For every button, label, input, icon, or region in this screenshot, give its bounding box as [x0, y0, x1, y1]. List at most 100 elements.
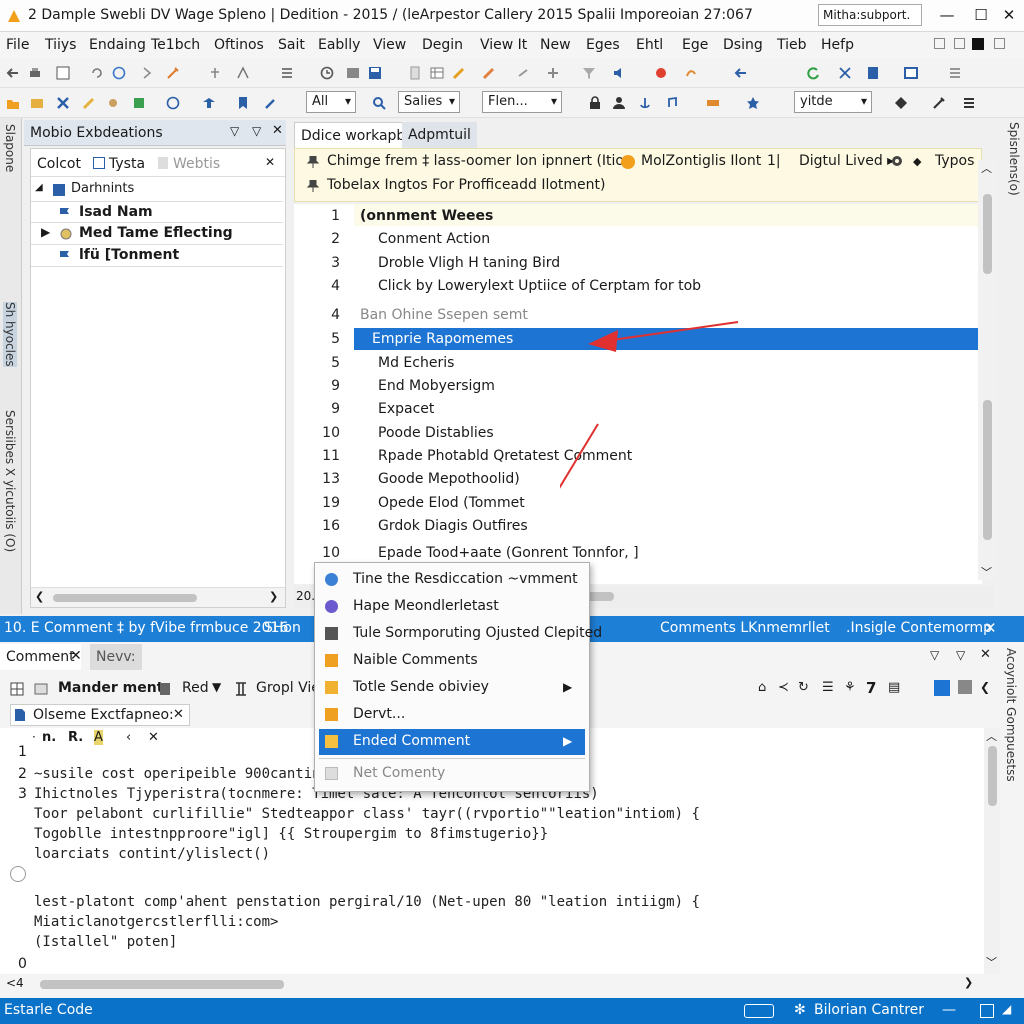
refresh-icon[interactable]: [806, 66, 820, 80]
menu-ege[interactable]: Ege: [682, 37, 708, 53]
lock-icon[interactable]: [588, 96, 602, 110]
bottom-h-scroll[interactable]: <4 ❯: [0, 974, 1000, 994]
tree-item[interactable]: Isad Nam: [31, 201, 283, 223]
chevron-right-icon[interactable]: [140, 66, 154, 80]
doc-icon[interactable]: [408, 66, 422, 80]
gear-icon[interactable]: ✻: [794, 1002, 806, 1018]
chevron-down-icon[interactable]: ﹀: [986, 954, 997, 970]
tab-new[interactable]: Nevv:: [90, 644, 142, 670]
close-icon[interactable]: ✕: [984, 619, 997, 637]
anchor-icon[interactable]: [638, 96, 652, 110]
code-line[interactable]: Togoblle intestnpproore"igl] {{ Strouper…: [34, 826, 548, 842]
tool-icon[interactable]: [166, 66, 180, 80]
chevron-down-icon[interactable]: ▽: [230, 124, 239, 138]
code-line[interactable]: Expacet: [378, 401, 434, 417]
context-menu-item[interactable]: Hape Meondlerletast: [319, 594, 585, 620]
band-comments[interactable]: Comments LKnmemrllet: [660, 620, 830, 636]
menu-tetch[interactable]: Te1bch: [151, 37, 200, 53]
page-icon[interactable]: [158, 682, 172, 696]
image-icon[interactable]: [346, 66, 360, 80]
tab-comment[interactable]: Comment: [0, 644, 81, 670]
home-icon[interactable]: ⌂: [758, 680, 766, 695]
context-menu-item[interactable]: Dervt...: [319, 702, 585, 728]
menu-eablly[interactable]: Eablly: [318, 37, 360, 53]
web-icon[interactable]: [112, 66, 126, 80]
minimize-button[interactable]: —: [934, 4, 960, 26]
code-line[interactable]: loarciats contint/ylislect(): [34, 846, 270, 862]
wrench-icon[interactable]: [264, 96, 278, 110]
code-line[interactable]: Conment Action: [378, 231, 490, 247]
info-live[interactable]: Digtul Lived ▸: [799, 153, 894, 169]
code-line[interactable]: (onnment Weees: [360, 208, 493, 224]
print-icon[interactable]: [28, 66, 42, 80]
code-line[interactable]: (Istallel" poten]: [34, 934, 177, 950]
tree-icon[interactable]: ⚘: [844, 680, 856, 695]
pillar-icon[interactable]: [234, 682, 248, 696]
chevron-down-icon[interactable]: ▽: [252, 124, 261, 138]
right-vtab[interactable]: Acoyniolt Gompuestss: [1004, 648, 1018, 782]
brush-icon[interactable]: [482, 66, 496, 80]
chart-icon[interactable]: ▤: [888, 680, 900, 695]
chevron-down-icon[interactable]: ﹀: [981, 564, 992, 580]
chevron-right-icon[interactable]: ❯: [964, 976, 973, 989]
tree-item[interactable]: ▶ Med Tame Eflecting: [31, 223, 283, 245]
file-tab[interactable]: Olsemе Exctfapneo: ✕: [10, 704, 190, 726]
h-scrollbar[interactable]: ❮ ❯: [31, 587, 285, 607]
clock-icon[interactable]: [320, 66, 334, 80]
hat-icon[interactable]: [202, 96, 216, 110]
info-typos[interactable]: Typos: [935, 153, 974, 169]
terminal-icon[interactable]: [744, 1004, 774, 1018]
window-icon[interactable]: [904, 66, 918, 80]
menu-endaing[interactable]: Endaing: [89, 37, 146, 53]
history-icon[interactable]: [166, 96, 180, 110]
context-menu-item[interactable]: Naible Comments: [319, 648, 585, 674]
file-select[interactable]: Flen...: [482, 91, 562, 113]
code-line[interactable]: Click by Lowerylext Uptiice of Cerptam f…: [378, 278, 701, 294]
scope-select[interactable]: All: [306, 91, 356, 113]
filter-icon[interactable]: [582, 66, 596, 80]
context-menu-item-highlighted[interactable]: Ended Comment ▶: [319, 729, 585, 755]
menu-ehtl[interactable]: Ehtl: [636, 37, 663, 53]
resize-icon[interactable]: ◢: [1002, 1002, 1011, 1016]
menu-icon[interactable]: [962, 96, 976, 110]
swirl-icon[interactable]: [654, 66, 668, 80]
code-line[interactable]: Grdok Diagis Outfires: [378, 518, 528, 534]
tree-item[interactable]: lfü [Tonment: [31, 245, 283, 267]
code-line[interactable]: Miaticlanotgercstlerflli:com>: [34, 914, 278, 930]
build-icon[interactable]: [932, 96, 946, 110]
tab-other[interactable]: Adpmtuil: [402, 122, 477, 148]
list-view-icon[interactable]: [948, 66, 962, 80]
close-button[interactable]: ✕: [996, 4, 1022, 26]
maximize-button[interactable]: ☐: [968, 4, 994, 26]
pencil-icon[interactable]: [452, 66, 466, 80]
menu-eges[interactable]: Eges: [586, 37, 620, 53]
filter-select[interactable]: Salies: [398, 91, 460, 113]
close-icon[interactable]: ✕: [980, 647, 991, 662]
menu-tools[interactable]: Tiiys: [45, 37, 76, 53]
chevron-left-icon[interactable]: ❮: [980, 680, 990, 694]
mini-n[interactable]: n.: [42, 730, 56, 745]
chevron-down-icon[interactable]: ▼: [212, 680, 221, 694]
code-line[interactable]: End Mobyersigm: [378, 378, 495, 394]
info-link[interactable]: MolZontiglis Ilont: [641, 153, 761, 169]
chevron-up-icon[interactable]: ︿: [981, 160, 992, 176]
folder-icon[interactable]: [6, 96, 20, 110]
chevron-left-icon[interactable]: ‹: [126, 730, 131, 745]
export-icon[interactable]: [132, 96, 146, 110]
tree-item[interactable]: ◢ Darhnints: [31, 179, 283, 201]
code-line[interactable]: ~susile cost operipeible 900cantina: [34, 766, 329, 782]
page-icon[interactable]: [866, 66, 880, 80]
window-icon[interactable]: [980, 1004, 994, 1018]
chevron-up-icon[interactable]: ︿: [986, 728, 997, 744]
band-mid-text[interactable]: SHon: [264, 620, 301, 636]
speaker-icon[interactable]: [612, 66, 626, 80]
gear-icon[interactable]: [891, 155, 903, 167]
zoom-level[interactable]: <4: [6, 976, 24, 990]
delete-icon[interactable]: [56, 96, 70, 110]
new-file-icon[interactable]: [56, 66, 70, 80]
layout-toggle-icon[interactable]: [972, 38, 984, 50]
image-icon[interactable]: [934, 680, 950, 696]
code-line[interactable]: Md Echeris: [378, 355, 454, 371]
code-line[interactable]: Toor pelabont curlifillie" Stedteappor c…: [34, 806, 700, 822]
plus-icon[interactable]: [546, 66, 560, 80]
